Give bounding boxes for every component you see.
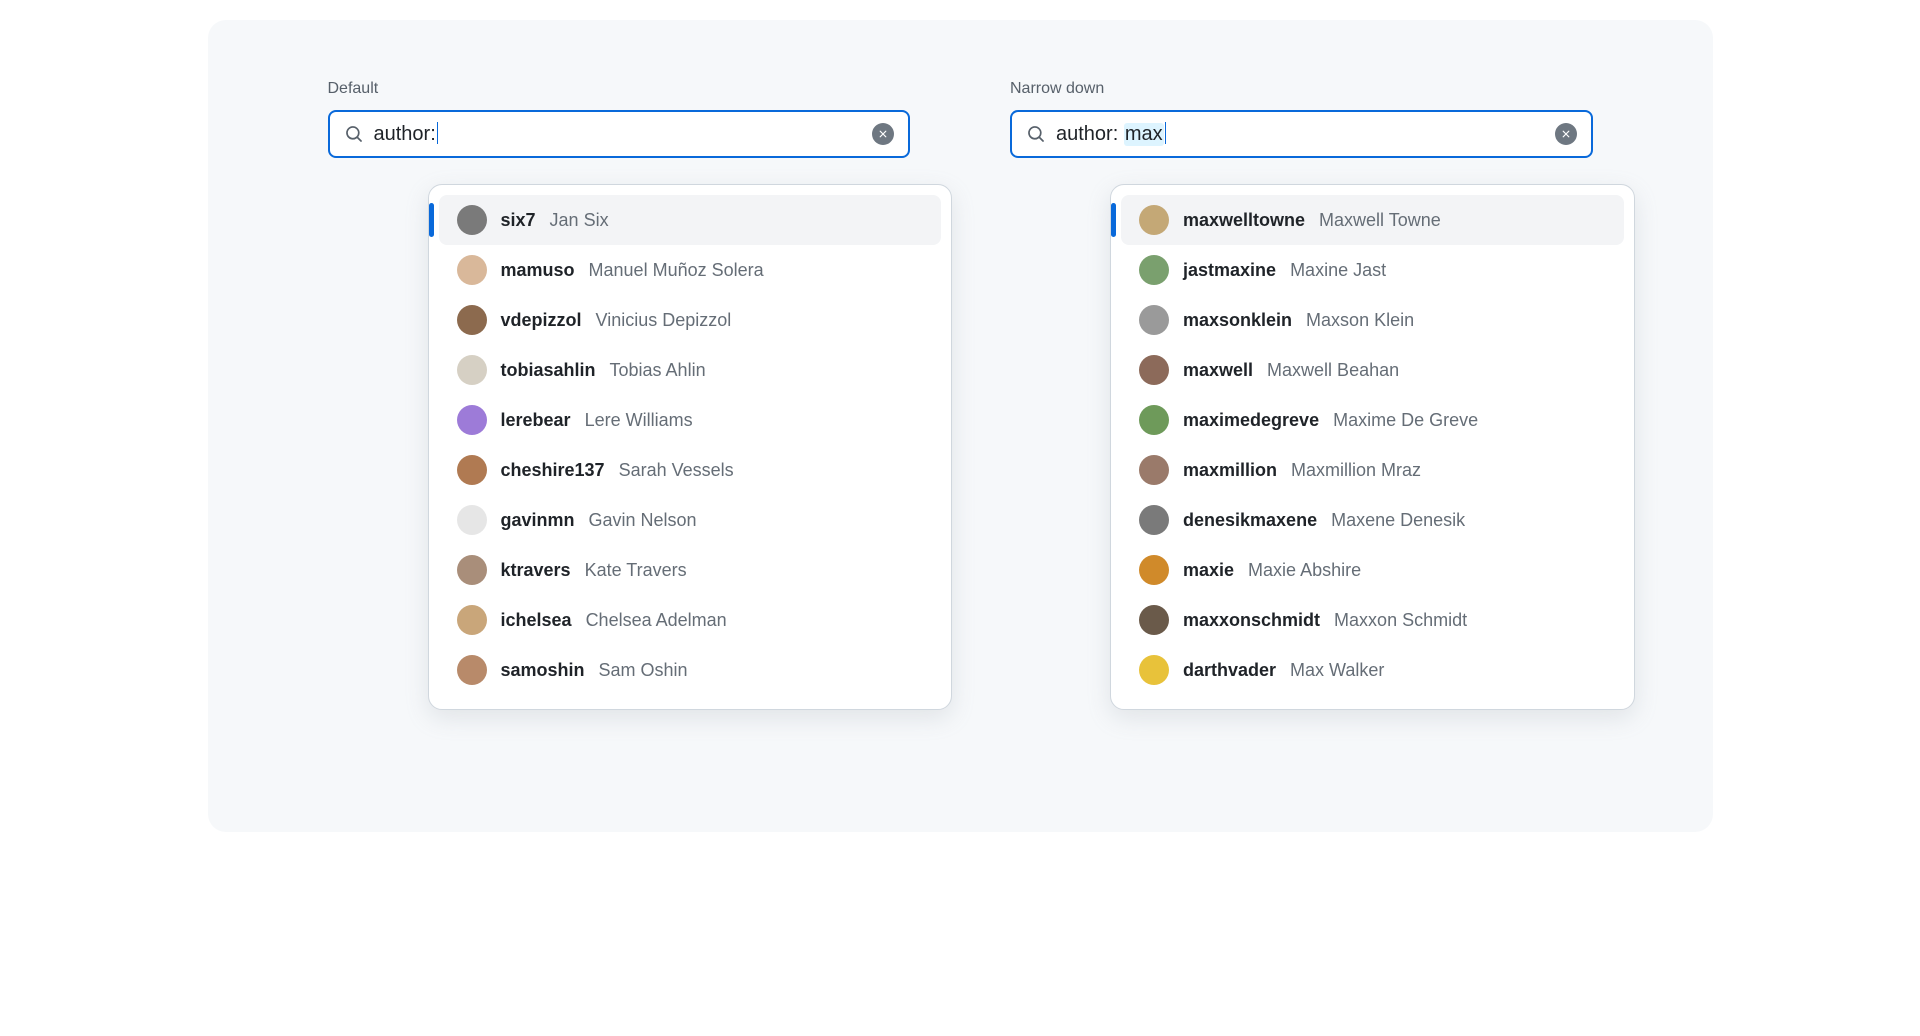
suggestion-handle: ichelsea	[501, 610, 572, 631]
avatar	[457, 355, 487, 385]
suggestions-dropdown-default: six7 Jan Six mamuso Manuel Muñoz Solera vdep…	[428, 184, 953, 710]
suggestion-option[interactable]: maxwelltowne Maxwell Towne	[1121, 195, 1624, 245]
avatar	[1139, 205, 1169, 235]
avatar	[1139, 305, 1169, 335]
avatar	[457, 505, 487, 535]
panel-default: Default author: six7 Jan Six mamuso Manuel …	[328, 80, 911, 772]
avatar	[1139, 655, 1169, 685]
search-query-text: author: max	[1056, 123, 1545, 146]
suggestion-option[interactable]: maxie Maxie Abshire	[1121, 545, 1624, 595]
suggestion-fullname: Max Walker	[1290, 660, 1384, 681]
suggestion-fullname: Jan Six	[550, 210, 609, 231]
suggestion-handle: maxsonklein	[1183, 310, 1292, 331]
suggestion-fullname: Maxwell Beahan	[1267, 360, 1399, 381]
text-cursor	[1165, 122, 1167, 144]
suggestion-option[interactable]: samoshin Sam Oshin	[439, 645, 942, 695]
suggestion-option[interactable]: ichelsea Chelsea Adelman	[439, 595, 942, 645]
suggestion-fullname: Maxene Denesik	[1331, 510, 1465, 531]
suggestion-handle: maxmillion	[1183, 460, 1277, 481]
avatar	[457, 255, 487, 285]
clear-button[interactable]	[1555, 123, 1577, 145]
suggestion-option[interactable]: lerebear Lere Williams	[439, 395, 942, 445]
suggestion-option[interactable]: jastmaxine Maxine Jast	[1121, 245, 1624, 295]
avatar	[1139, 605, 1169, 635]
suggestion-option[interactable]: maxmillion Maxmillion Mraz	[1121, 445, 1624, 495]
suggestion-fullname: Maxime De Greve	[1333, 410, 1478, 431]
suggestion-option[interactable]: vdepizzol Vinicius Depizzol	[439, 295, 942, 345]
suggestion-fullname: Lere Williams	[585, 410, 693, 431]
suggestion-option[interactable]: maxxonschmidt Maxxon Schmidt	[1121, 595, 1624, 645]
panel-narrow: Narrow down author: max maxwelltowne Maxw…	[1010, 80, 1593, 772]
avatar	[1139, 455, 1169, 485]
avatar	[457, 605, 487, 635]
avatar	[457, 405, 487, 435]
suggestion-fullname: Tobias Ahlin	[610, 360, 706, 381]
suggestion-handle: samoshin	[501, 660, 585, 681]
avatar	[457, 655, 487, 685]
suggestion-handle: lerebear	[501, 410, 571, 431]
suggestion-fullname: Vinicius Depizzol	[596, 310, 732, 331]
suggestion-option[interactable]: ktravers Kate Travers	[439, 545, 942, 595]
suggestion-handle: darthvader	[1183, 660, 1276, 681]
avatar	[457, 205, 487, 235]
suggestion-handle: denesikmaxene	[1183, 510, 1317, 531]
suggestion-handle: jastmaxine	[1183, 260, 1276, 281]
suggestion-option[interactable]: maximedegreve Maxime De Greve	[1121, 395, 1624, 445]
suggestion-handle: maximedegreve	[1183, 410, 1319, 431]
suggestion-option[interactable]: gavinmn Gavin Nelson	[439, 495, 942, 545]
suggestion-fullname: Maxine Jast	[1290, 260, 1386, 281]
suggestion-fullname: Maxson Klein	[1306, 310, 1414, 331]
search-input-default[interactable]: author:	[328, 110, 911, 158]
avatar	[1139, 555, 1169, 585]
suggestion-fullname: Maxwell Towne	[1319, 210, 1441, 231]
suggestion-handle: maxwell	[1183, 360, 1253, 381]
avatar	[457, 305, 487, 335]
suggestion-handle: vdepizzol	[501, 310, 582, 331]
suggestion-handle: cheshire137	[501, 460, 605, 481]
suggestion-fullname: Maxmillion Mraz	[1291, 460, 1421, 481]
suggestion-fullname: Sarah Vessels	[619, 460, 734, 481]
suggestion-fullname: Gavin Nelson	[589, 510, 697, 531]
avatar	[1139, 255, 1169, 285]
suggestion-handle: maxxonschmidt	[1183, 610, 1320, 631]
suggestion-option[interactable]: six7 Jan Six	[439, 195, 942, 245]
avatar	[1139, 355, 1169, 385]
suggestion-handle: maxwelltowne	[1183, 210, 1305, 231]
clear-button[interactable]	[872, 123, 894, 145]
suggestion-handle: six7	[501, 210, 536, 231]
suggestion-handle: ktravers	[501, 560, 571, 581]
suggestion-fullname: Maxie Abshire	[1248, 560, 1361, 581]
search-icon	[344, 124, 364, 144]
suggestion-fullname: Maxxon Schmidt	[1334, 610, 1467, 631]
search-query-text: author:	[374, 123, 863, 146]
suggestion-fullname: Kate Travers	[585, 560, 687, 581]
suggestions-dropdown-narrow: maxwelltowne Maxwell Towne jastmaxine Maxin…	[1110, 184, 1635, 710]
suggestion-fullname: Sam Oshin	[599, 660, 688, 681]
suggestion-option[interactable]: cheshire137 Sarah Vessels	[439, 445, 942, 495]
suggestion-option[interactable]: mamuso Manuel Muñoz Solera	[439, 245, 942, 295]
panel-label: Narrow down	[1010, 80, 1593, 98]
suggestion-handle: maxie	[1183, 560, 1234, 581]
search-input-narrow[interactable]: author: max	[1010, 110, 1593, 158]
avatar	[1139, 405, 1169, 435]
suggestion-handle: mamuso	[501, 260, 575, 281]
suggestion-option[interactable]: darthvader Max Walker	[1121, 645, 1624, 695]
panel-label: Default	[328, 80, 911, 98]
suggestion-fullname: Manuel Muñoz Solera	[589, 260, 764, 281]
example-canvas: Default author: six7 Jan Six mamuso Manuel …	[208, 20, 1713, 832]
suggestion-option[interactable]: maxsonklein Maxson Klein	[1121, 295, 1624, 345]
suggestion-option[interactable]: denesikmaxene Maxene Denesik	[1121, 495, 1624, 545]
query-highlight: max	[1124, 123, 1164, 146]
suggestion-option[interactable]: tobiasahlin Tobias Ahlin	[439, 345, 942, 395]
suggestion-fullname: Chelsea Adelman	[586, 610, 727, 631]
suggestion-handle: tobiasahlin	[501, 360, 596, 381]
text-cursor	[437, 122, 439, 144]
avatar	[1139, 505, 1169, 535]
suggestion-handle: gavinmn	[501, 510, 575, 531]
suggestion-option[interactable]: maxwell Maxwell Beahan	[1121, 345, 1624, 395]
search-icon	[1026, 124, 1046, 144]
avatar	[457, 555, 487, 585]
avatar	[457, 455, 487, 485]
